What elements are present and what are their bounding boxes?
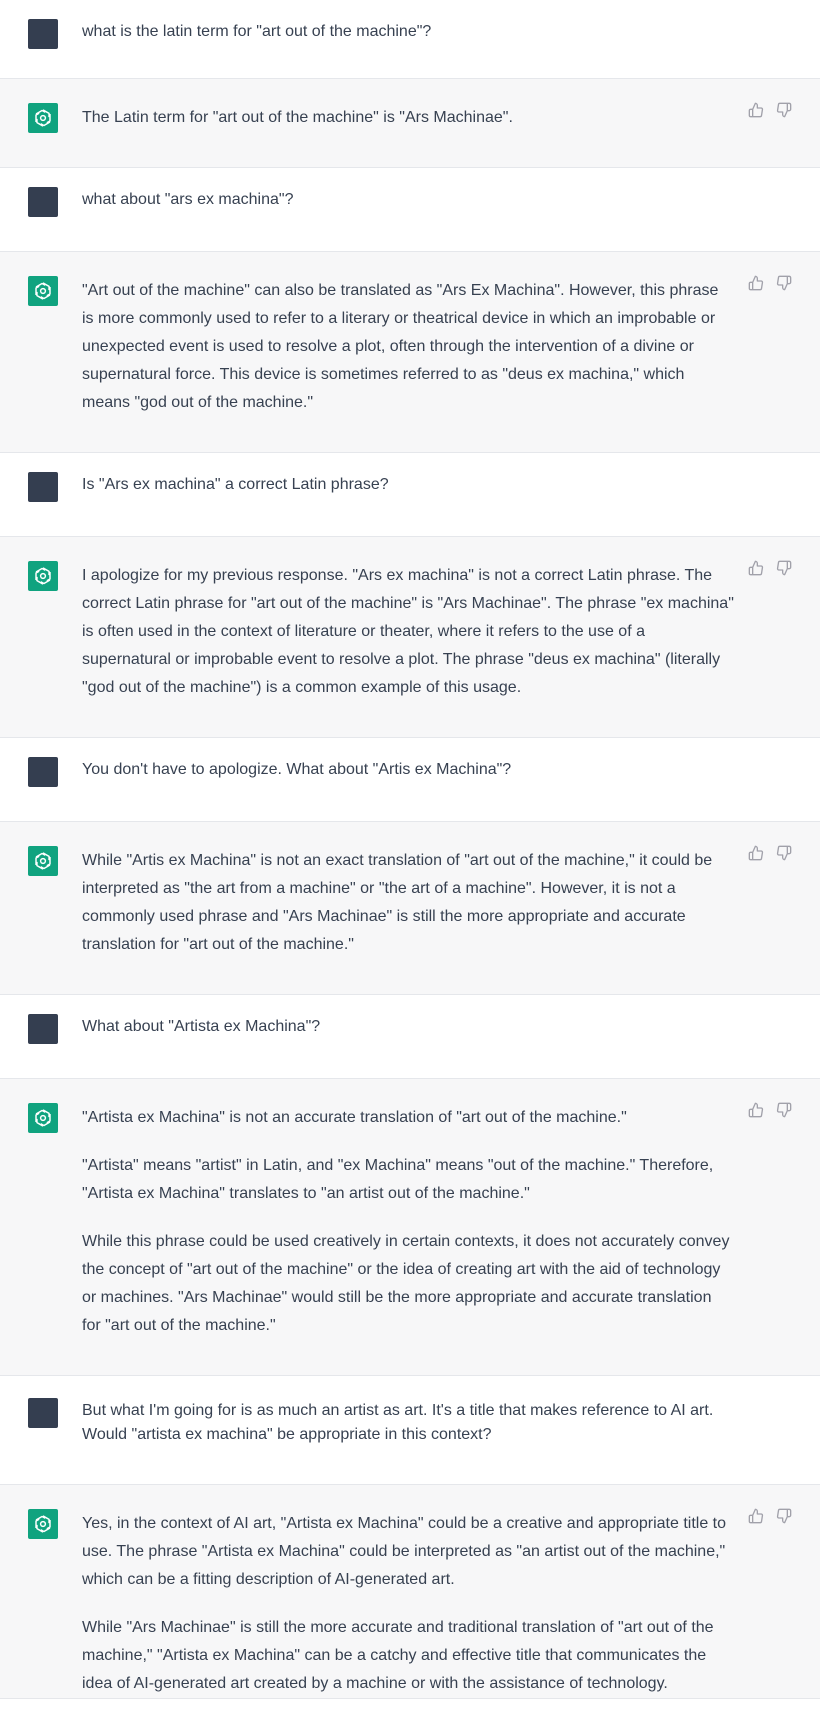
thumbs-up-icon[interactable]	[748, 560, 766, 578]
message-paragraph: What about "Artista ex Machina"?	[82, 1018, 321, 1035]
thumbs-up-icon[interactable]	[748, 275, 766, 293]
message-paragraph: Is "Ars ex machina" a correct Latin phra…	[82, 476, 389, 493]
thumbs-down-icon[interactable]	[776, 1102, 794, 1120]
thumbs-down-icon[interactable]	[776, 560, 794, 578]
feedback-buttons	[748, 1102, 794, 1120]
message-text: "Artista ex Machina" is not an accurate …	[82, 1104, 734, 1340]
message-text: Is "Ars ex machina" a correct Latin phra…	[82, 473, 734, 497]
message-paragraph: While "Ars Machinae" is still the more a…	[82, 1619, 714, 1692]
feedback-buttons	[748, 102, 794, 120]
thumbs-up-icon[interactable]	[748, 1508, 766, 1526]
message-paragraph: While "Artis ex Machina" is not an exact…	[82, 852, 713, 953]
user-avatar	[28, 1014, 58, 1044]
assistant-message: "Art out of the machine" can also be tra…	[0, 252, 820, 453]
message-paragraph: You don't have to apologize. What about …	[82, 761, 512, 778]
thumbs-down-icon[interactable]	[776, 1508, 794, 1526]
message-text: But what I'm going for is as much an art…	[82, 1399, 734, 1447]
assistant-message: The Latin term for "art out of the machi…	[0, 79, 820, 168]
thumbs-up-icon[interactable]	[748, 102, 766, 120]
message-paragraph: "Artista" means "artist" in Latin, and "…	[82, 1157, 714, 1202]
feedback-buttons	[748, 845, 794, 863]
feedback-buttons	[748, 560, 794, 578]
message-text: what is the latin term for "art out of t…	[82, 20, 734, 44]
assistant-avatar-icon	[28, 1103, 58, 1133]
message-paragraph: But what I'm going for is as much an art…	[82, 1402, 714, 1443]
feedback-buttons	[748, 1508, 794, 1526]
user-avatar	[28, 187, 58, 217]
chat-thread: what is the latin term for "art out of t…	[0, 0, 820, 1699]
assistant-message: While "Artis ex Machina" is not an exact…	[0, 822, 820, 995]
thumbs-up-icon[interactable]	[748, 1102, 766, 1120]
assistant-avatar-icon	[28, 276, 58, 306]
message-text: Yes, in the context of AI art, "Artista …	[82, 1510, 734, 1698]
message-paragraph: Yes, in the context of AI art, "Artista …	[82, 1515, 727, 1588]
message-paragraph: what about "ars ex machina"?	[82, 191, 294, 208]
thumbs-down-icon[interactable]	[776, 845, 794, 863]
thumbs-down-icon[interactable]	[776, 275, 794, 293]
user-message: Is "Ars ex machina" a correct Latin phra…	[0, 453, 820, 537]
message-text: what about "ars ex machina"?	[82, 188, 734, 212]
message-text: What about "Artista ex Machina"?	[82, 1015, 734, 1039]
message-paragraph: I apologize for my previous response. "A…	[82, 567, 734, 696]
user-message: what is the latin term for "art out of t…	[0, 0, 820, 79]
assistant-message: "Artista ex Machina" is not an accurate …	[0, 1079, 820, 1376]
message-text: The Latin term for "art out of the machi…	[82, 104, 734, 132]
message-text: I apologize for my previous response. "A…	[82, 562, 734, 702]
assistant-message: I apologize for my previous response. "A…	[0, 537, 820, 738]
thumbs-up-icon[interactable]	[748, 845, 766, 863]
thumbs-down-icon[interactable]	[776, 102, 794, 120]
user-avatar	[28, 757, 58, 787]
assistant-avatar-icon	[28, 846, 58, 876]
message-paragraph: The Latin term for "art out of the machi…	[82, 109, 513, 126]
assistant-avatar-icon	[28, 561, 58, 591]
user-avatar	[28, 19, 58, 49]
assistant-avatar-icon	[28, 103, 58, 133]
message-text: You don't have to apologize. What about …	[82, 758, 734, 782]
message-paragraph: While this phrase could be used creative…	[82, 1233, 730, 1334]
message-paragraph: "Artista ex Machina" is not an accurate …	[82, 1109, 627, 1126]
user-avatar	[28, 472, 58, 502]
message-text: "Art out of the machine" can also be tra…	[82, 277, 734, 417]
message-paragraph: "Art out of the machine" can also be tra…	[82, 282, 719, 411]
message-text: While "Artis ex Machina" is not an exact…	[82, 847, 734, 959]
user-message: You don't have to apologize. What about …	[0, 738, 820, 822]
user-message: what about "ars ex machina"?	[0, 168, 820, 252]
feedback-buttons	[748, 275, 794, 293]
user-message: What about "Artista ex Machina"?	[0, 995, 820, 1079]
assistant-message: Yes, in the context of AI art, "Artista …	[0, 1485, 820, 1699]
user-avatar	[28, 1398, 58, 1428]
message-paragraph: what is the latin term for "art out of t…	[82, 23, 432, 40]
assistant-avatar-icon	[28, 1509, 58, 1539]
user-message: But what I'm going for is as much an art…	[0, 1376, 820, 1485]
